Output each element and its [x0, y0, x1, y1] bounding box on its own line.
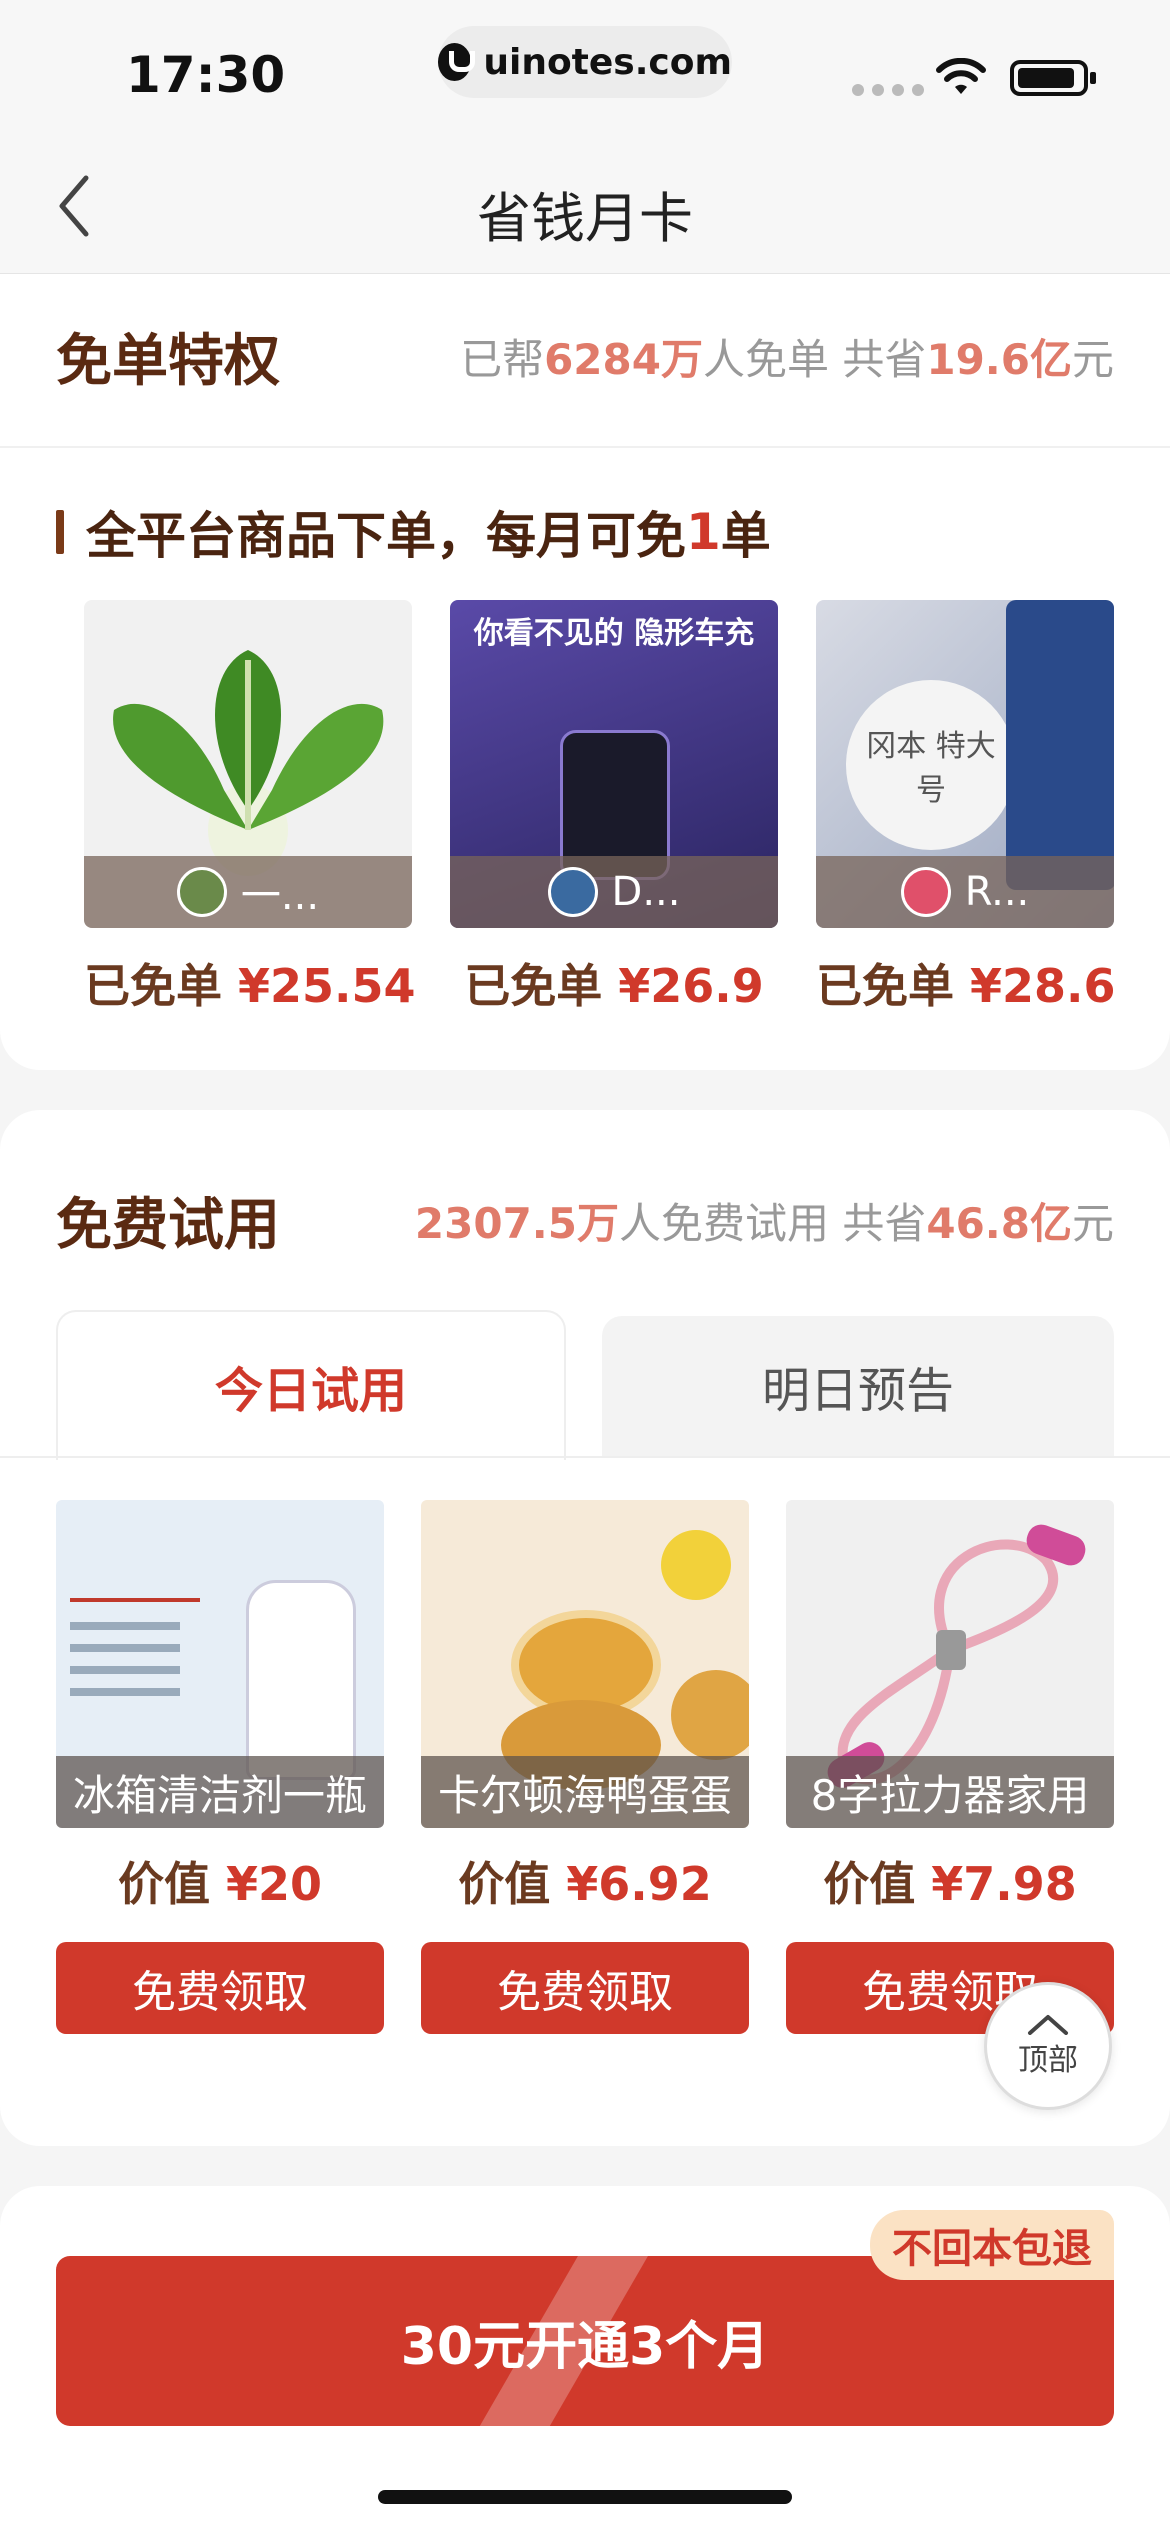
chevron-up-icon — [1028, 2015, 1068, 2035]
trial-item-price: 价值 ¥7.98 — [823, 1857, 1077, 1911]
lemon-shape — [661, 1530, 731, 1600]
avatar — [547, 867, 598, 917]
trial-item-name: 8字拉力器家用 — [786, 1756, 1114, 1828]
trial-item-price: 价值 ¥20 — [117, 1857, 323, 1911]
url-pill[interactable]: uinotes.com — [438, 26, 732, 98]
free-order-subtitle: 全平台商品下单，每月可免 1 单 — [56, 496, 771, 568]
claim-free-button[interactable]: 免费领取 — [421, 1942, 749, 2034]
free-order-title: 免单特权 — [56, 329, 280, 394]
url-text: uinotes.com — [483, 41, 732, 83]
trial-item[interactable]: 8字拉力器家用 价值 ¥7.98 免费领取 — [786, 1500, 1114, 2034]
trial-item-price: 价值 ¥6.92 — [458, 1857, 712, 1911]
subscribe-button[interactable]: 30元开通3个月 — [56, 2256, 1114, 2426]
home-indicator — [378, 2490, 792, 2504]
page: 17:30 uinotes.com 省钱月卡 免单特权 已帮6284万人免单 共… — [0, 0, 1170, 2532]
product-image-text: 冈本 特大号 — [846, 680, 1016, 850]
nav-bar: 省钱月卡 — [0, 140, 1170, 274]
subscribe-cta: 30元开通3个月 不回本包退 — [56, 2210, 1114, 2426]
avatar — [900, 867, 951, 917]
status-time: 17:30 — [126, 46, 286, 104]
free-order-stat: 已帮6284万人免单 共省19.6亿元 — [460, 335, 1114, 384]
free-trial-title: 免费试用 — [56, 1193, 280, 1258]
free-trial-stat: 2307.5万人免费试用 共省46.8亿元 — [414, 1199, 1114, 1248]
buyer-name: R... — [964, 869, 1030, 915]
battery-icon — [1010, 60, 1096, 96]
tab-today-trial[interactable]: 今日试用 — [56, 1310, 566, 1460]
subscribe-button-label: 30元开通3个月 — [400, 2316, 770, 2377]
product-image: 冈本 特大号 R... — [816, 600, 1114, 928]
product-image: 卡尔顿海鸭蛋蛋 — [421, 1500, 749, 1828]
trial-tabs: 今日试用 明日预告 — [56, 1310, 1114, 1460]
buyer-overlay: D... — [450, 856, 778, 928]
buyer-name: D... — [611, 869, 681, 915]
refund-guarantee-badge: 不回本包退 — [870, 2210, 1114, 2280]
free-trial-card: 免费试用 2307.5万人免费试用 共省46.8亿元 今日试用 明日预告 冰箱清… — [0, 1110, 1170, 2146]
mooncake-shape — [671, 1670, 749, 1760]
divider — [0, 446, 1170, 448]
product-image: 你看不见的 隐形车充 D... — [450, 600, 778, 928]
product-image: 一... — [84, 600, 412, 928]
buyer-overlay: 一... — [84, 856, 412, 928]
trial-item-name: 冰箱清洁剂一瓶 — [56, 1756, 384, 1828]
free-order-item[interactable]: 你看不见的 隐形车充 D... 已免单 ¥26.9 — [450, 600, 778, 1016]
title-bar-decoration — [56, 510, 64, 554]
trial-item-name: 卡尔顿海鸭蛋蛋 — [421, 1756, 749, 1828]
free-order-item[interactable]: 一... 已免单 ¥25.54 — [84, 600, 416, 1016]
trial-item[interactable]: 冰箱清洁剂一瓶 价值 ¥20 免费领取 — [56, 1500, 384, 2034]
site-logo-icon — [438, 43, 476, 81]
free-order-card: 免单特权 已帮6284万人免单 共省19.6亿元 全平台商品下单，每月可免 1 单 — [0, 274, 1170, 1070]
free-order-price: 已免单 ¥28.6 — [816, 959, 1114, 1013]
spray-bottle-shape — [246, 1580, 356, 1780]
tab-tomorrow-preview[interactable]: 明日预告 — [602, 1316, 1114, 1456]
page-title: 省钱月卡 — [477, 187, 693, 250]
free-order-item[interactable]: 冈本 特大号 R... 已免单 ¥28.6 — [816, 600, 1114, 1016]
status-bar: 17:30 uinotes.com — [0, 0, 1170, 140]
divider — [0, 1456, 1170, 1458]
product-image-text: 你看不见的 隐形车充 — [473, 616, 755, 651]
product-image-decoration — [70, 1580, 220, 1720]
product-image: 8字拉力器家用 — [786, 1500, 1114, 1828]
wifi-icon — [936, 58, 986, 94]
signal-icon — [852, 84, 924, 96]
back-to-top-button[interactable]: 顶部 — [984, 1982, 1112, 2110]
buyer-overlay: R... — [816, 856, 1114, 928]
free-order-price: 已免单 ¥26.9 — [464, 959, 764, 1013]
package-shape — [1006, 600, 1114, 890]
buyer-name: 一... — [240, 873, 320, 919]
product-image: 冰箱清洁剂一瓶 — [56, 1500, 384, 1828]
back-to-top-label: 顶部 — [1018, 2043, 1078, 2078]
avatar — [176, 867, 227, 917]
claim-free-button[interactable]: 免费领取 — [56, 1942, 384, 2034]
trial-item[interactable]: 卡尔顿海鸭蛋蛋 价值 ¥6.92 免费领取 — [421, 1500, 749, 2034]
free-order-price: 已免单 ¥25.54 — [84, 959, 416, 1013]
